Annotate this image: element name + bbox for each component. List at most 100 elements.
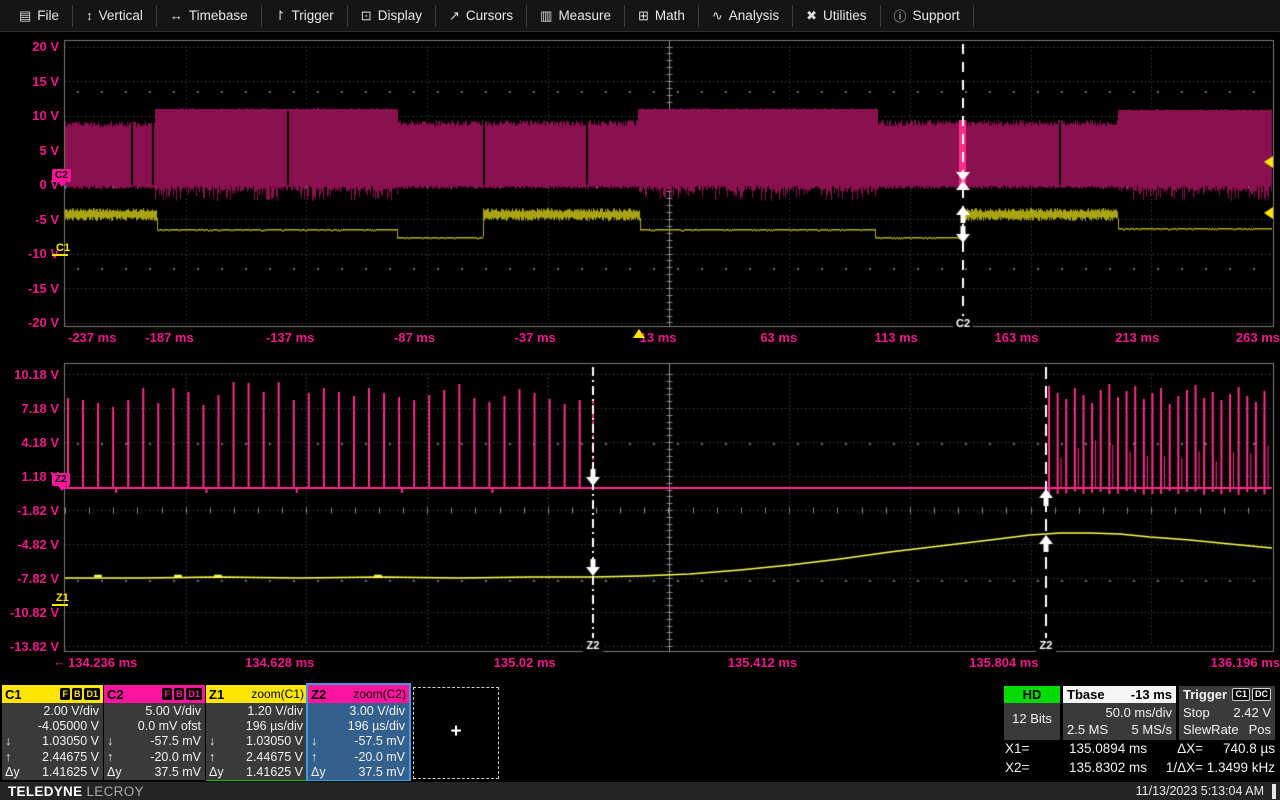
hd-bits-value: 12 Bits — [1012, 711, 1052, 726]
trace-box-subtitle: zoom(C1) — [251, 687, 304, 701]
trace-box-title: C2 — [107, 687, 124, 702]
trace-row-glyph: ↓ — [107, 734, 127, 749]
bottom-t-label: 134.628 ms — [174, 655, 314, 670]
trace-row-value: 1.41625 V — [246, 765, 303, 780]
trace-row-value: 196 µs/div — [246, 719, 303, 734]
trace-box-row: Δy37.5 mV — [311, 765, 405, 780]
menu-item-file[interactable]: ▤File — [6, 0, 72, 32]
menu-item-support[interactable]: ⓘSupport — [881, 0, 973, 32]
trace-row-value: -4.05000 V — [38, 719, 99, 734]
trace-box-row: -4.05000 V — [5, 719, 99, 734]
menu-item-label: Cursors — [466, 8, 513, 23]
menu-item-label: Display — [378, 8, 422, 23]
menu-item-math[interactable]: ⊞Math — [625, 0, 698, 32]
menu-item-analysis[interactable]: ∿ Analysis — [699, 0, 792, 32]
menu-item-utilities[interactable]: ✖Utilities — [793, 0, 879, 32]
menu-item-label: Vertical — [99, 8, 143, 23]
menu-item-label: Math — [655, 8, 685, 23]
top-t-label: -187 ms — [54, 330, 194, 345]
trace-row-value: -57.5 mV — [150, 734, 201, 749]
trace-row-value: 1.03050 V — [42, 734, 99, 749]
waveform-display[interactable] — [0, 0, 1280, 800]
top-v-label: 10 V — [0, 108, 59, 123]
trace-box-row: ↓1.03050 V — [209, 734, 303, 749]
trigger-title: Trigger — [1183, 687, 1227, 702]
trace-row-glyph — [107, 719, 127, 734]
top-v-label: -10 V — [0, 246, 59, 261]
top-t-label: 263 ms — [1140, 330, 1280, 345]
menu-item-vertical[interactable]: ↕ Vertical — [73, 0, 156, 32]
bottom-v-label: -4.82 V — [0, 537, 59, 552]
trace-badge-b: B — [72, 688, 83, 700]
trace-box-z2[interactable]: Z2zoom(C2)3.00 V/div196 µs/div↓-57.5 mV↑… — [308, 685, 409, 780]
add-trace-box[interactable]: + — [413, 687, 499, 779]
trace-box-c1[interactable]: C1FBD12.00 V/div-4.05000 V↓1.03050 V↑2.4… — [2, 685, 103, 780]
trace-box-row: ↓1.03050 V — [5, 734, 99, 749]
timebase-title: Tbase — [1067, 687, 1105, 702]
trace-row-glyph — [5, 704, 25, 719]
trace-row-glyph: ↑ — [5, 750, 25, 765]
trace-box-header: Z2zoom(C2) — [308, 685, 409, 703]
trigger-box[interactable]: Trigger C1 DC Stop 2.42 V SlewRate Pos — [1179, 686, 1275, 740]
trace-box-title: C1 — [5, 687, 22, 702]
vertical-icon: ↕ — [86, 8, 93, 23]
trace-row-value: 196 µs/div — [348, 719, 405, 734]
invdx-label: 1/ΔX= — [1155, 758, 1203, 777]
top-v-label: 5 V — [0, 143, 59, 158]
zoom-pan-left-arrow[interactable]: ← — [53, 654, 66, 669]
analysis-icon: ∿ — [712, 8, 723, 24]
top-t-label: -87 ms — [295, 330, 435, 345]
timebase-header: Tbase -13 ms — [1063, 686, 1176, 703]
trace-box-badges: FBD1 — [162, 688, 202, 700]
cursors-icon: ↗ — [449, 8, 460, 24]
timebase-rate: 5 MS/s — [1132, 721, 1172, 738]
menu-item-trigger[interactable]: ↾Trigger — [262, 0, 347, 32]
menu-separator — [973, 5, 974, 27]
trace-row-glyph — [311, 719, 331, 734]
timebase-delay: -13 ms — [1131, 687, 1172, 702]
trace-box-body: 2.00 V/div-4.05000 V↓1.03050 V↑2.44675 V… — [2, 703, 103, 780]
hd-mode-box[interactable]: HD 12 Bits — [1004, 686, 1060, 740]
x1-label: X1= — [1005, 739, 1043, 758]
trace-row-glyph: ↑ — [107, 750, 127, 765]
trace-box-row: 196 µs/div — [209, 719, 303, 734]
oscilloscope-screen: ▤File↕Vertical↔Timebase↾Trigger⊡Display↗… — [0, 0, 1280, 800]
trace-row-value: 37.5 mV — [358, 765, 405, 780]
trace-box-z1[interactable]: Z1zoom(C1)1.20 V/div196 µs/div↓1.03050 V… — [206, 685, 307, 780]
timebase-box[interactable]: Tbase -13 ms 50.0 ms/div 2.5 MS 5 MS/s — [1063, 686, 1176, 740]
menu-item-label: Analysis — [729, 8, 779, 23]
trigger-icon: ↾ — [275, 8, 286, 24]
trace-row-glyph: Δy — [5, 765, 25, 780]
trace-row-glyph — [209, 719, 229, 734]
trace-box-row: 3.00 V/div — [311, 704, 405, 719]
invdx-value: 1.3499 kHz — [1203, 758, 1275, 777]
menu-item-measure[interactable]: ▥Measure — [527, 0, 624, 32]
timebase-scale: 50.0 ms/div — [1106, 704, 1172, 721]
trace-marker-c1[interactable]: C1 — [56, 242, 70, 254]
trace-box-c2[interactable]: C2FBD15.00 V/div0.0 mV ofst↓-57.5 mV↑-20… — [104, 685, 205, 780]
bottom-v-label: 10.18 V — [0, 367, 59, 382]
trace-box-body: 5.00 V/div0.0 mV ofst↓-57.5 mV↑-20.0 mVΔ… — [104, 703, 205, 780]
support-icon: ⓘ — [894, 6, 907, 25]
trigger-slope: Pos — [1249, 721, 1271, 738]
trace-box-body: 1.20 V/div196 µs/div↓1.03050 V↑2.44675 V… — [206, 703, 307, 780]
trace-marker-c2[interactable]: C2 — [52, 169, 71, 182]
trace-box-row: ↑2.44675 V — [5, 750, 99, 765]
trace-box-body: 3.00 V/div196 µs/div↓-57.5 mV↑-20.0 mVΔy… — [308, 703, 409, 780]
bottom-v-label: -13.82 V — [0, 639, 59, 654]
trace-row-glyph — [5, 719, 25, 734]
bottom-v-label: 7.18 V — [0, 401, 59, 416]
menu-bar: ▤File↕Vertical↔Timebase↾Trigger⊡Display↗… — [0, 0, 1280, 32]
trace-marker-pointer — [58, 486, 66, 491]
menu-item-timebase[interactable]: ↔Timebase — [157, 0, 261, 32]
trigger-coupling-badge: DC — [1252, 688, 1271, 701]
trace-marker-z2[interactable]: Z2 — [52, 473, 70, 486]
trace-badge-f: F — [162, 688, 172, 700]
trigger-time-marker[interactable] — [633, 329, 645, 338]
trace-row-glyph: ↑ — [311, 750, 331, 765]
trigger-mode: Stop — [1183, 704, 1210, 721]
menu-item-display[interactable]: ⊡Display — [348, 0, 435, 32]
trace-box-row: 1.20 V/div — [209, 704, 303, 719]
trace-marker-z1[interactable]: Z1 — [56, 592, 69, 604]
menu-item-cursors[interactable]: ↗ Cursors — [436, 0, 526, 32]
